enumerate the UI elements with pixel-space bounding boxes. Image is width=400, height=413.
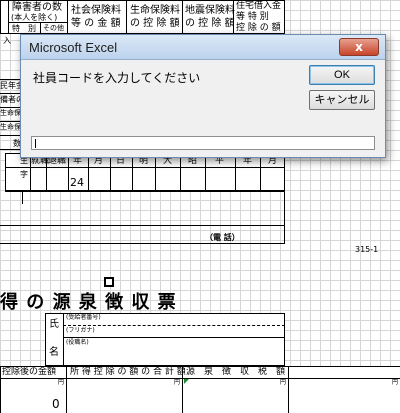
employee-code-input[interactable] [31, 136, 375, 150]
yen-1: 円 [58, 379, 65, 386]
col-hi: 日 [116, 156, 126, 166]
zero-value: 0 [52, 397, 60, 411]
col-taisho: 大 [163, 156, 173, 166]
col-heisei: 平 [215, 156, 225, 166]
col-nen2: 年 [243, 156, 253, 166]
year-value: 24 [70, 176, 84, 189]
input-dialog: Microsoft Excel x 社員コードを入力してください OK キャンセ… [20, 34, 386, 158]
left-cut-1: 入 [3, 36, 11, 45]
header-housing: 住宅借入金 [236, 1, 282, 11]
recipient-number-label: (受給者番号) [66, 314, 101, 321]
left-row-3: 生命保 [0, 109, 21, 117]
header-social: 社会保険料 [71, 5, 121, 16]
furigana-label: (フリガナ) [66, 327, 95, 334]
header-housing-c: 控 除 の 額 [236, 23, 281, 33]
header-withholding-tax: 源 泉 徴 収 税 額 [186, 367, 286, 377]
dialog-title: Microsoft Excel [29, 40, 118, 55]
header-social-b: 等 の 金 額 [71, 18, 121, 29]
phone-label: （電 話） [205, 233, 240, 242]
yen-2: 円 [174, 379, 181, 386]
label-mei: 名 [49, 347, 59, 358]
label-shi: 氏 [49, 319, 59, 330]
header-special: 特 別 [12, 24, 36, 33]
header-life: 生命保険料 [130, 5, 180, 16]
header-life-b: の 控 除 額 [130, 18, 180, 29]
yen-4: 円 [392, 379, 399, 386]
header-quake-b: の 控 除 額 [185, 18, 235, 29]
position-label: (役職名) [66, 339, 89, 346]
header-quake: 地震保険料 [185, 5, 235, 16]
birth-label: 生 [20, 156, 28, 165]
left-row-4: 生命保 [0, 123, 21, 131]
dialog-prompt: 社員コードを入力してください [33, 71, 201, 85]
col-shusho: 就職 [31, 156, 50, 166]
ok-button[interactable]: OK [309, 65, 375, 85]
header-housing-b: 等 特 別 [236, 12, 269, 22]
close-button[interactable]: x [339, 38, 379, 56]
form-number: 315-1 [355, 245, 379, 254]
col-tsuki: 月 [94, 156, 104, 166]
header-disabled: 障害者の数 [12, 2, 62, 13]
col-showa: 昭 [188, 156, 198, 166]
header-deduction-total: 所 得 控 除 の 額 の 合 計 額 [70, 367, 186, 377]
col-nen: 年 [73, 156, 83, 166]
col-tsuki2: 月 [268, 156, 278, 166]
active-cell-marker[interactable] [104, 277, 114, 287]
green-triangle-icon [184, 379, 189, 384]
col-taishoku: 退職 [48, 156, 67, 166]
header-disabled-sub: (本人を除く) [11, 13, 58, 22]
header-other: その他 [43, 24, 64, 32]
form-title: 得 の 源 泉 徴 収 票 [0, 292, 177, 313]
text-caret [35, 139, 36, 148]
dialog-titlebar[interactable]: Microsoft Excel x [21, 35, 385, 60]
ji-label: 字 [20, 170, 28, 179]
header-after-deduction: 控除後の金額 [2, 367, 57, 377]
col-meiji: 明 [139, 156, 149, 166]
cancel-button[interactable]: キャンセル [309, 90, 375, 110]
yen-3: 円 [280, 379, 287, 386]
